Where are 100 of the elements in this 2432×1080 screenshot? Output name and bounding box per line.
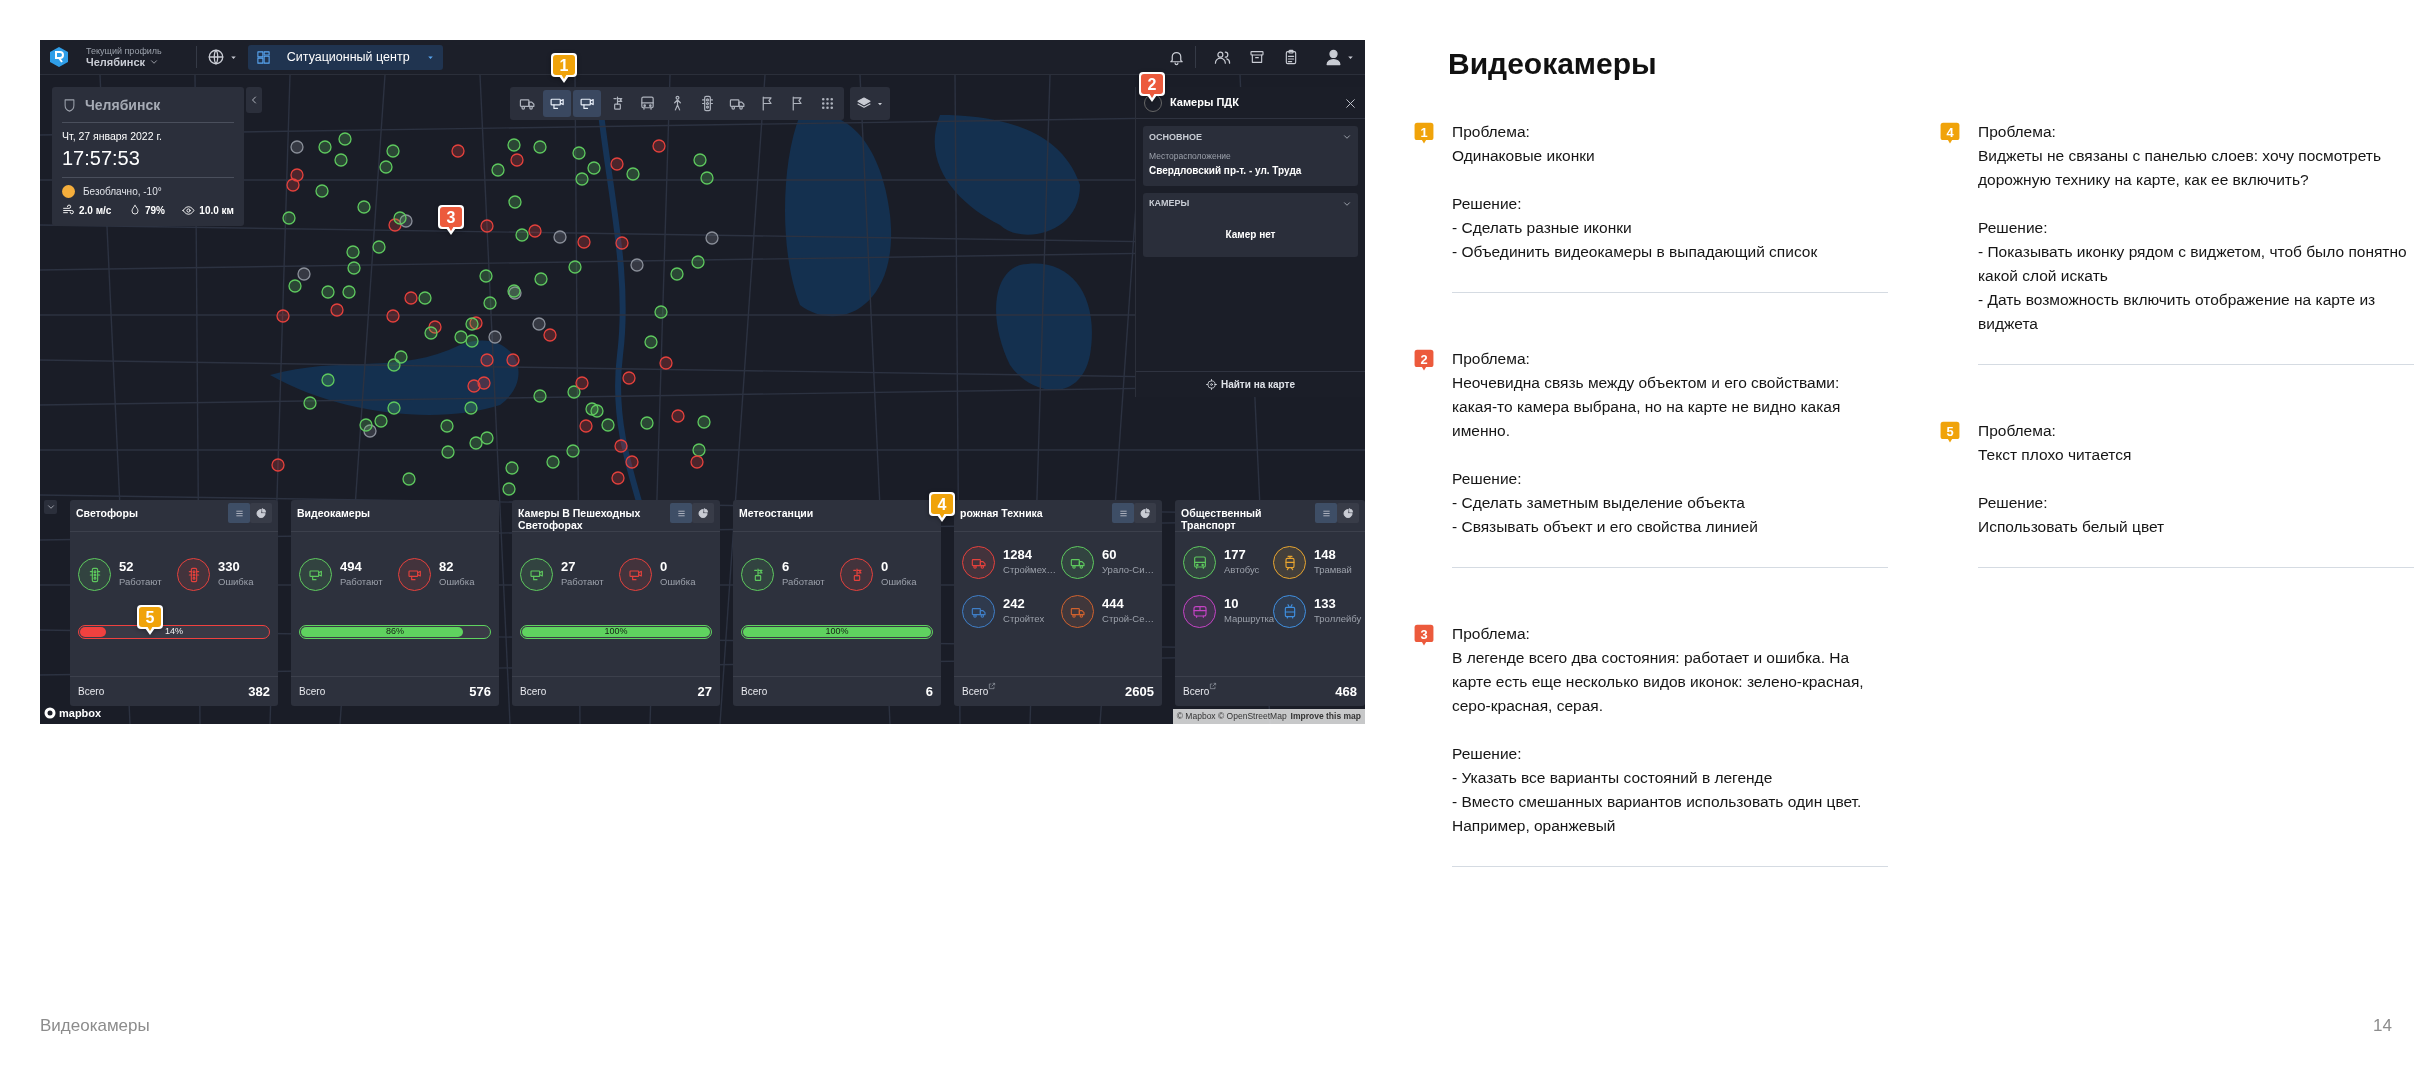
camera-pin[interactable] <box>553 230 567 244</box>
camera-pin[interactable] <box>418 291 432 305</box>
layer-button[interactable] <box>573 90 601 117</box>
camera-pin[interactable] <box>359 418 373 432</box>
camera-pin[interactable] <box>271 458 285 472</box>
camera-pin[interactable] <box>347 261 361 275</box>
camera-pin[interactable] <box>587 161 601 175</box>
camera-pin[interactable] <box>483 296 497 310</box>
section-toggle[interactable]: КАМЕРЫ <box>1149 198 1352 209</box>
camera-pin[interactable] <box>387 401 401 415</box>
camera-pin[interactable] <box>670 267 684 281</box>
camera-pin[interactable] <box>590 404 604 418</box>
camera-pin[interactable] <box>338 132 352 146</box>
camera-pin[interactable] <box>543 328 557 342</box>
camera-pin[interactable] <box>374 414 388 428</box>
camera-pin[interactable] <box>508 195 522 209</box>
camera-pin[interactable] <box>372 240 386 254</box>
camera-pin[interactable] <box>363 424 377 438</box>
camera-pin[interactable] <box>321 373 335 387</box>
user-menu-button[interactable] <box>1325 48 1355 66</box>
camera-pin[interactable] <box>424 326 438 340</box>
camera-pin[interactable] <box>297 267 311 281</box>
camera-pin[interactable] <box>388 218 402 232</box>
camera-pin[interactable] <box>330 303 344 317</box>
camera-pin[interactable] <box>630 258 644 272</box>
view-toggle[interactable] <box>692 503 714 523</box>
camera-pin[interactable] <box>640 416 654 430</box>
collapse-panel-button[interactable] <box>246 87 262 113</box>
camera-pin[interactable] <box>464 401 478 415</box>
camera-pin[interactable] <box>614 439 628 453</box>
camera-pin[interactable] <box>394 350 408 364</box>
camera-pin[interactable] <box>454 330 468 344</box>
camera-pin[interactable] <box>286 178 300 192</box>
camera-pin[interactable] <box>387 358 401 372</box>
camera-pin[interactable] <box>611 471 625 485</box>
camera-pin[interactable] <box>585 402 599 416</box>
camera-pin[interactable] <box>610 157 624 171</box>
situation-center-button[interactable]: Ситуационный центр <box>247 44 443 70</box>
camera-pin[interactable] <box>334 153 348 167</box>
view-toggle[interactable] <box>1337 503 1359 523</box>
camera-pin[interactable] <box>654 305 668 319</box>
camera-pin[interactable] <box>705 231 719 245</box>
camera-pin[interactable] <box>652 139 666 153</box>
camera-pin[interactable] <box>480 431 494 445</box>
camera-pin[interactable] <box>488 330 502 344</box>
camera-pin[interactable] <box>505 461 519 475</box>
profile-dropdown[interactable]: Челябинск <box>86 56 162 68</box>
view-toggle[interactable] <box>1134 503 1156 523</box>
view-toggle[interactable] <box>250 503 272 523</box>
archive-button[interactable] <box>1249 48 1265 66</box>
camera-pin[interactable] <box>644 335 658 349</box>
camera-pin[interactable] <box>303 396 317 410</box>
layer-button[interactable] <box>543 90 571 117</box>
camera-pin[interactable] <box>515 228 529 242</box>
camera-pin[interactable] <box>692 443 706 457</box>
camera-pin[interactable] <box>386 309 400 323</box>
collapse-widgets-button[interactable] <box>44 500 57 514</box>
camera-pin[interactable] <box>532 317 546 331</box>
camera-pin[interactable] <box>428 320 442 334</box>
camera-pin[interactable] <box>357 200 371 214</box>
camera-pin[interactable] <box>671 409 685 423</box>
camera-pin[interactable] <box>697 415 711 429</box>
view-toggle[interactable] <box>1112 503 1134 523</box>
camera-pin[interactable] <box>469 436 483 450</box>
camera-pin[interactable] <box>572 146 586 160</box>
language-button[interactable] <box>206 48 238 66</box>
camera-pin[interactable] <box>625 455 639 469</box>
view-toggle[interactable] <box>670 503 692 523</box>
camera-pin[interactable] <box>546 455 560 469</box>
camera-pin[interactable] <box>379 160 393 174</box>
camera-pin[interactable] <box>404 291 418 305</box>
find-on-map-button[interactable]: Найти на карте <box>1136 371 1365 397</box>
camera-pin[interactable] <box>567 385 581 399</box>
view-toggle[interactable] <box>1315 503 1337 523</box>
camera-pin[interactable] <box>321 285 335 299</box>
camera-pin[interactable] <box>290 168 304 182</box>
camera-pin[interactable] <box>465 334 479 348</box>
section-toggle[interactable]: ОСНОВНОЕ <box>1149 132 1352 142</box>
camera-pin[interactable] <box>534 272 548 286</box>
camera-pin[interactable] <box>568 260 582 274</box>
camera-pin[interactable] <box>282 211 296 225</box>
camera-pin[interactable] <box>528 224 542 238</box>
camera-pin[interactable] <box>659 356 673 370</box>
clipboard-button[interactable] <box>1283 48 1299 66</box>
camera-pin[interactable] <box>577 235 591 249</box>
camera-pin[interactable] <box>441 445 455 459</box>
camera-pin[interactable] <box>690 455 704 469</box>
camera-pin[interactable] <box>402 472 416 486</box>
camera-pin[interactable] <box>691 255 705 269</box>
camera-pin[interactable] <box>288 279 302 293</box>
camera-pin[interactable] <box>480 219 494 233</box>
camera-pin[interactable] <box>615 236 629 250</box>
camera-pin[interactable] <box>693 153 707 167</box>
camera-pin[interactable] <box>533 389 547 403</box>
camera-pin[interactable] <box>626 167 640 181</box>
camera-pin[interactable] <box>575 172 589 186</box>
camera-pin[interactable] <box>506 353 520 367</box>
camera-pin[interactable] <box>315 184 329 198</box>
camera-pin[interactable] <box>346 245 360 259</box>
camera-pin[interactable] <box>465 317 479 331</box>
